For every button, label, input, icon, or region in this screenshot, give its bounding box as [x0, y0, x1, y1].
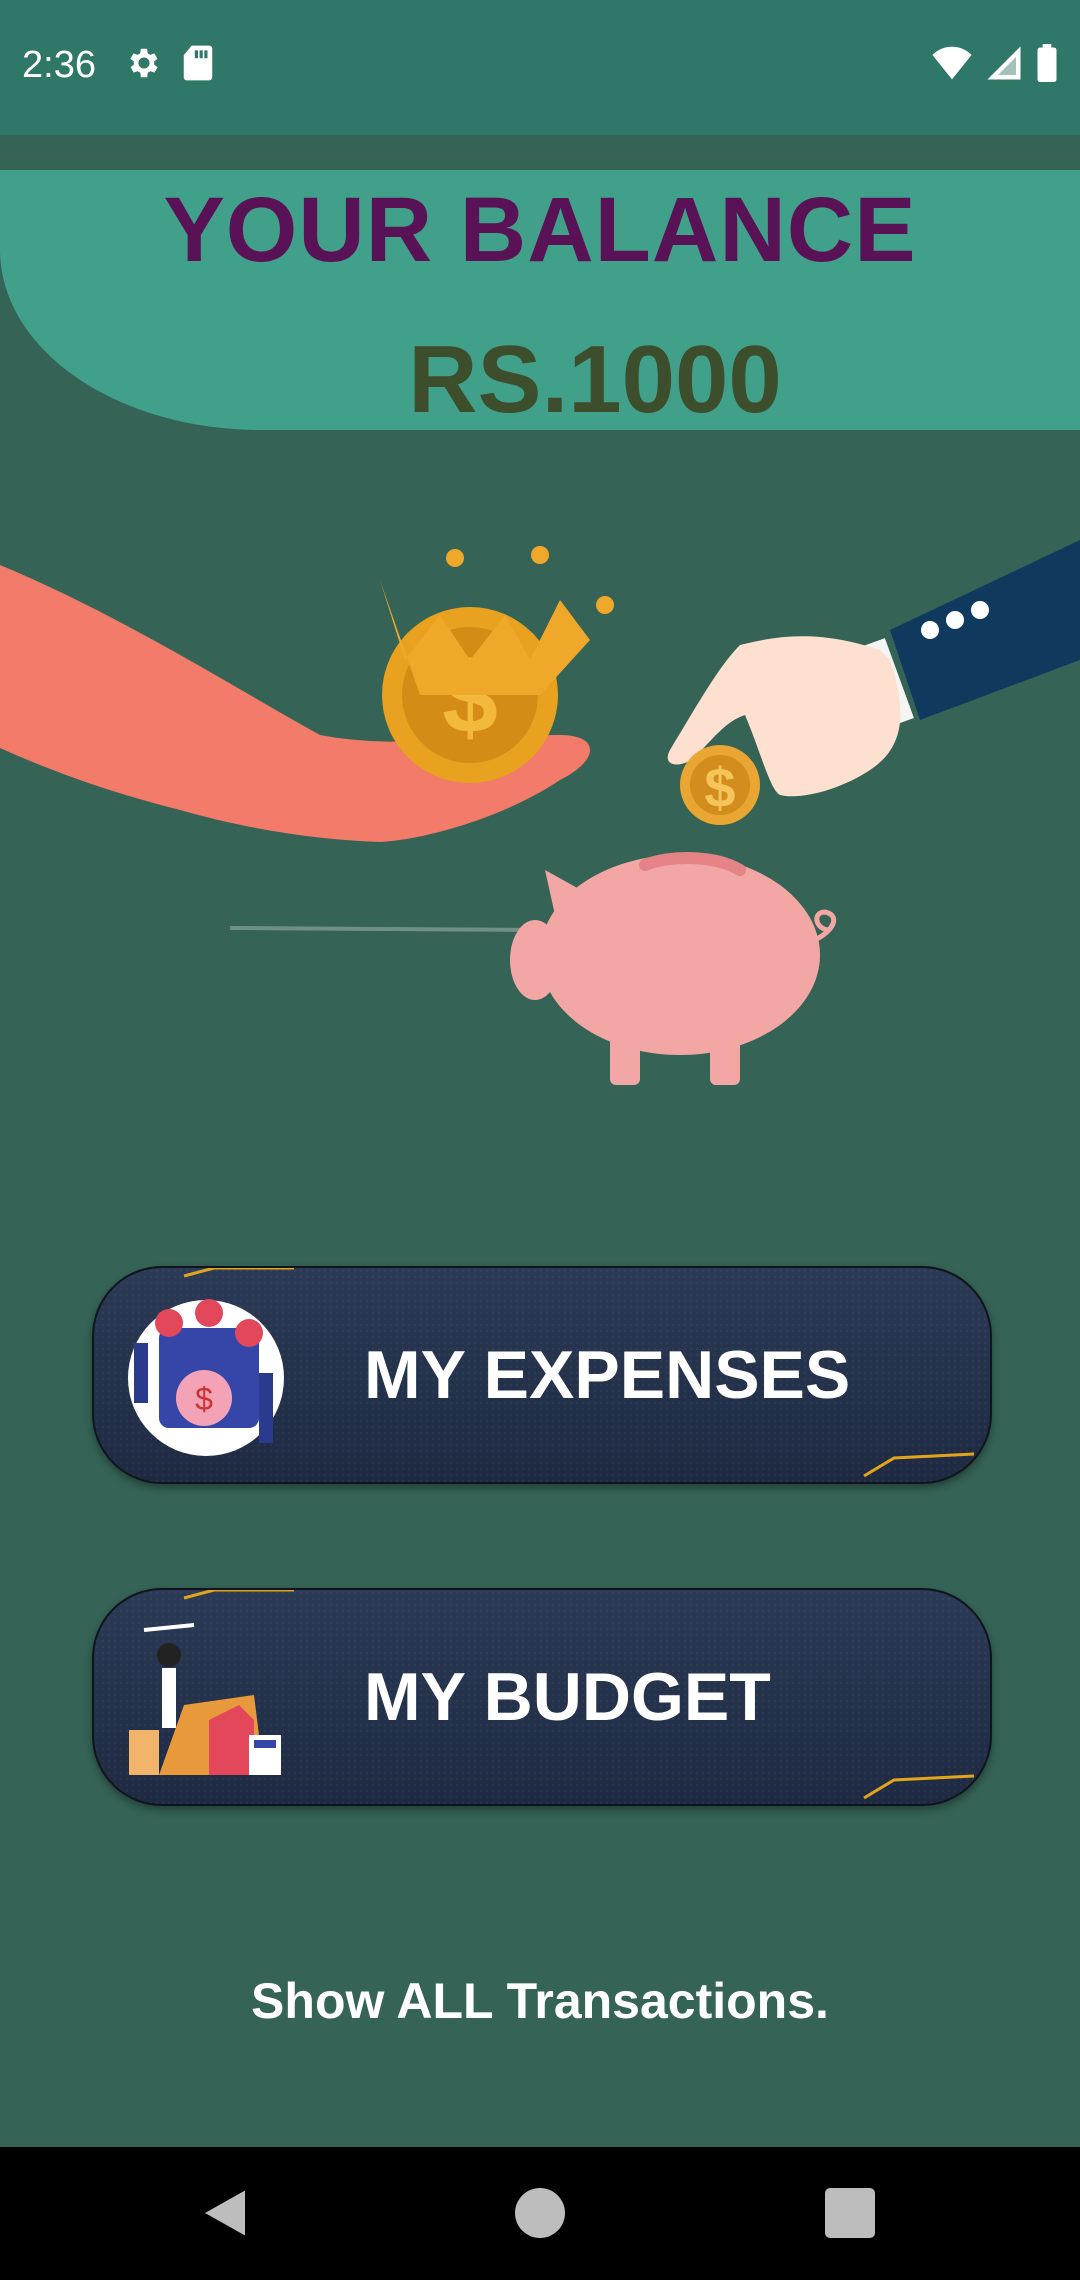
savings-illustration: $ $ — [0, 540, 1080, 1085]
sd-card-icon — [183, 45, 213, 81]
show-all-transactions-link[interactable]: Show ALL Transactions. — [0, 1972, 1080, 2030]
svg-text:$: $ — [704, 756, 735, 819]
home-icon[interactable] — [510, 2183, 570, 2243]
svg-text:$: $ — [195, 1381, 213, 1417]
right-sleeve — [890, 540, 1080, 720]
gear-icon — [130, 48, 158, 78]
my-budget-label: MY BUDGET — [364, 1659, 771, 1735]
budget-illustration-icon — [129, 1623, 281, 1775]
status-bar: 2:36 — [0, 0, 1080, 135]
wifi-icon — [932, 46, 972, 80]
my-expenses-label: MY EXPENSES — [364, 1337, 851, 1413]
navigation-bar — [0, 2147, 1080, 2280]
signal-icon — [987, 46, 1021, 80]
status-time: 2:36 — [22, 44, 96, 86]
battery-icon — [1037, 44, 1057, 82]
back-icon[interactable] — [195, 2183, 255, 2243]
balance-amount: RS.1000 — [408, 326, 782, 433]
piggy-bank — [510, 852, 837, 1085]
balance-title: YOUR BALANCE — [163, 179, 917, 281]
my-budget-button[interactable]: MY BUDGET — [92, 1588, 992, 1806]
recents-icon[interactable] — [820, 2183, 880, 2243]
expenses-illustration-icon: $ — [128, 1299, 284, 1456]
my-expenses-button[interactable]: $ MY EXPENSES — [92, 1266, 992, 1484]
